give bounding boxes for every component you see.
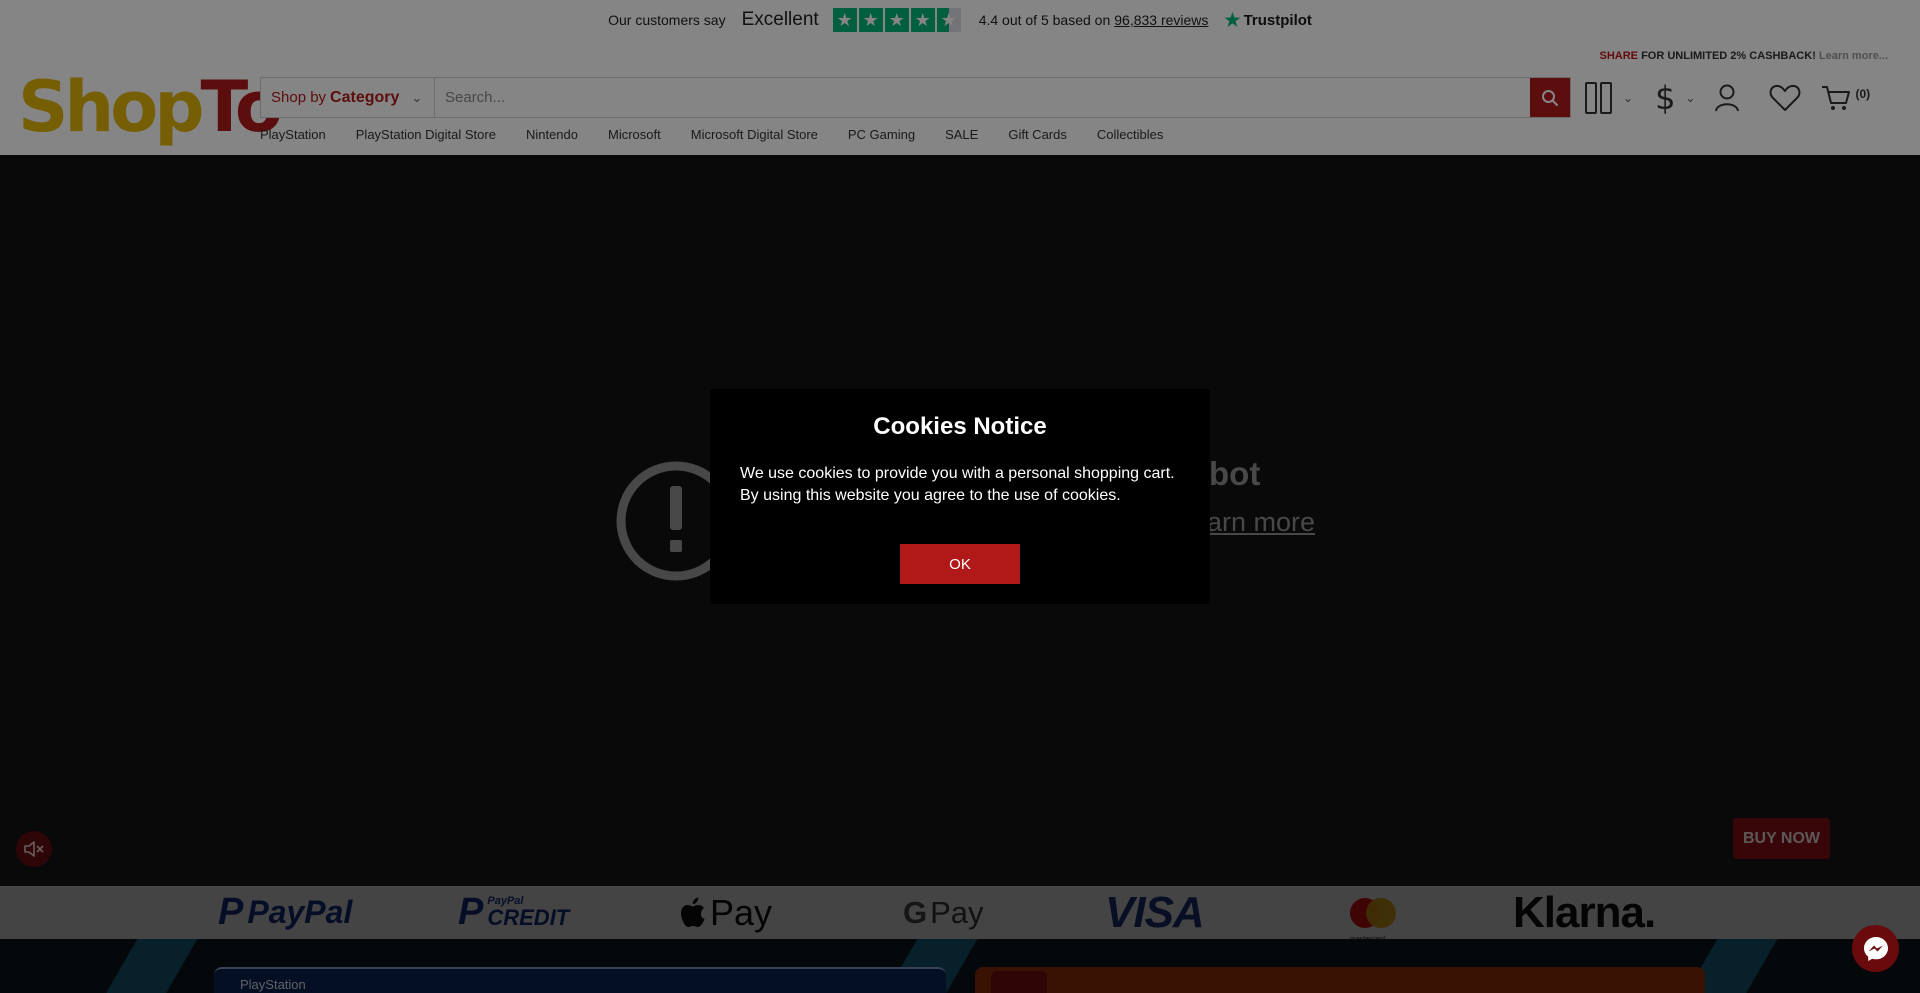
messenger-chat-button[interactable] <box>1852 925 1899 972</box>
cookie-notice-modal: Cookies Notice We use cookies to provide… <box>710 389 1210 604</box>
messenger-icon <box>1863 936 1888 961</box>
cookie-ok-button[interactable]: OK <box>900 544 1020 584</box>
cookie-notice-title: Cookies Notice <box>873 413 1047 440</box>
cookie-notice-body: We use cookies to provide you with a per… <box>740 465 1175 504</box>
